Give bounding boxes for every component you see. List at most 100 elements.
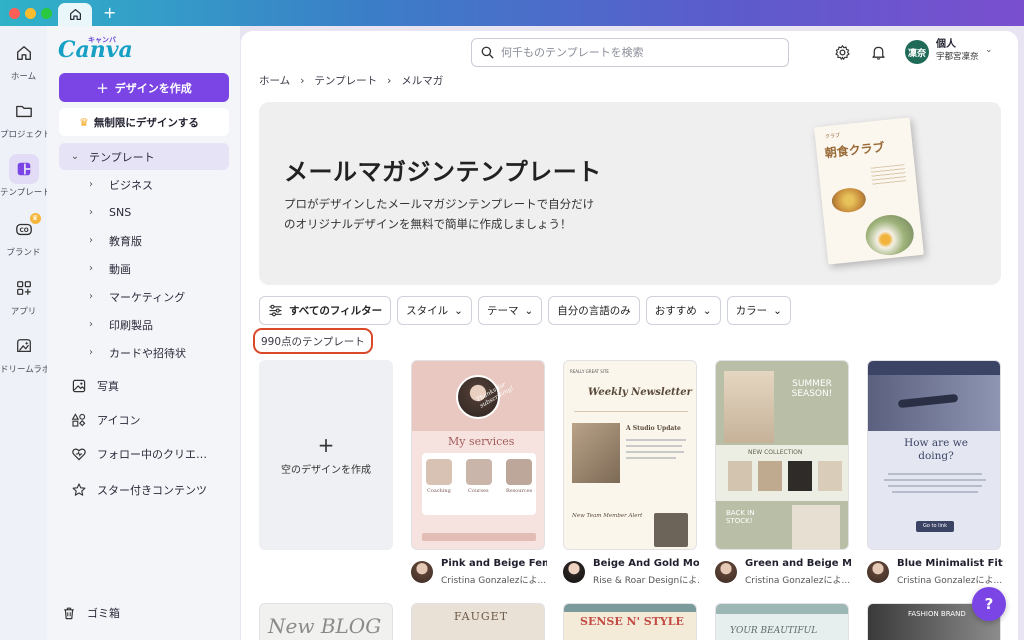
template-thumbnail[interactable]: Thanks for subscribing! My services Coac… [411, 360, 545, 550]
chevron-right-icon: › [89, 235, 93, 246]
template-thumbnail[interactable]: REALLY GREAT SITE Weekly Newsletter A St… [563, 360, 697, 550]
thumb-heading: New BLOG [268, 614, 382, 638]
app-rail: ホーム プロジェクト テンプレート CO ♛ ブランド アプリ ドリームラボ [0, 26, 47, 640]
rail-item-dream-lab[interactable]: ドリームラボ [0, 331, 47, 375]
nav-label: フォロー中のクリエイター [97, 447, 209, 461]
nav-following-creators[interactable]: フォロー中のクリエイター [59, 440, 229, 467]
nav-trash[interactable]: ゴミ箱 [59, 599, 229, 626]
template-title[interactable]: Blue Minimalist Fit... [897, 558, 1003, 569]
nav-sub-label: SNS [109, 206, 132, 219]
create-blank-design-card[interactable]: + 空のデザインを作成 [259, 360, 393, 550]
dream-lab-icon [16, 339, 31, 353]
my-language-toggle[interactable]: 自分の言語のみ [548, 296, 640, 325]
nav-icons[interactable]: アイコン [59, 406, 229, 433]
template-author[interactable]: Cristina Gonzalezによ... [745, 573, 851, 586]
template-title[interactable]: Beige And Gold Mo... [593, 558, 699, 569]
search-box[interactable] [471, 38, 789, 67]
template-card[interactable]: YOUR BEAUTIFUL [715, 603, 849, 640]
avatar[interactable]: 凜奈 [905, 40, 929, 64]
unlimited-design-button[interactable]: ♛ 無制限にデザインする [59, 108, 229, 136]
template-card[interactable]: REALLY GREAT SITE Weekly Newsletter A St… [563, 360, 699, 598]
template-author[interactable]: Rise & Roar Designによ... [593, 573, 699, 586]
template-card[interactable]: SENSE N' STYLE [563, 603, 697, 640]
all-filters-button[interactable]: すべてのフィルター [259, 296, 392, 325]
theme-filter-dropdown[interactable]: テーマ ⌄ [477, 296, 543, 325]
breadcrumb-templates[interactable]: テンプレート [314, 73, 377, 88]
template-author[interactable]: Cristina Gonzalezによ... [441, 573, 547, 586]
nav-sub-cards[interactable]: › カードや招待状 [59, 339, 229, 366]
template-card[interactable]: Thanks for subscribing! My services Coac… [411, 360, 547, 598]
trash-icon [64, 607, 74, 619]
result-count: 990点のテンプレート [253, 328, 373, 354]
template-title[interactable]: Green and Beige Mi... [745, 558, 851, 569]
rail-label: ドリームラボ [0, 365, 47, 375]
nav-sub-business[interactable]: › ビジネス [59, 171, 229, 198]
author-avatar[interactable] [715, 561, 737, 583]
rail-label: ホーム [10, 72, 37, 82]
create-blank-label: 空のデザインを作成 [281, 464, 371, 476]
chevron-down-icon: ⌄ [702, 304, 712, 317]
template-title[interactable]: Pink and Beige Fem... [441, 558, 547, 569]
author-avatar[interactable] [411, 561, 433, 583]
thumb-heading: SENSE N' STYLE [580, 615, 684, 628]
thumb-subtitle: NEW COLLECTION [748, 449, 803, 456]
hero-description: プロがデザインしたメールマガジンテンプレートで自分だけのオリジナルデザインを無料… [284, 197, 595, 231]
thumb-item: New Team Member Alert [572, 513, 643, 519]
notifications-button[interactable] [867, 41, 889, 63]
chevron-down-icon: ⌄ [773, 304, 782, 317]
chevron-right-icon: › [89, 179, 93, 190]
nav-templates[interactable]: ⌄ テンプレート [59, 143, 229, 170]
search-input[interactable] [501, 46, 761, 59]
thumb-item: Resources [506, 488, 533, 494]
settings-button[interactable] [831, 41, 853, 63]
brand-icon: CO [15, 223, 32, 236]
rail-label: プロジェクト [0, 130, 47, 140]
nav-sub-marketing[interactable]: › マーケティング [59, 283, 229, 310]
help-button[interactable]: ? [972, 587, 1006, 621]
tab-home[interactable] [58, 3, 92, 26]
sort-dropdown[interactable]: おすすめ ⌄ [645, 296, 721, 325]
close-window-button[interactable] [9, 8, 20, 19]
template-card[interactable]: How are we doing? Go to link Blue Minima… [867, 360, 1003, 598]
nav-sub-sns[interactable]: › SNS [59, 199, 229, 226]
style-filter-dropdown[interactable]: スタイル ⌄ [397, 296, 472, 325]
nav-sub-video[interactable]: › 動画 [59, 255, 229, 282]
thumb-item: Coaching [427, 488, 451, 494]
create-design-button[interactable]: + デザインを作成 [59, 73, 229, 102]
nav-photos[interactable]: 写真 [59, 372, 229, 399]
filter-label: おすすめ [654, 305, 697, 317]
chevron-right-icon: › [89, 263, 93, 274]
author-avatar[interactable] [563, 561, 585, 583]
hero-magazine-image: クラブ 朝食クラブ [814, 117, 924, 265]
nav-sub-label: 印刷製品 [109, 318, 153, 332]
rail-item-templates[interactable]: テンプレート [0, 154, 47, 198]
template-thumbnail[interactable]: SUMMER SEASON! NEW COLLECTION BACK IN ST… [715, 360, 849, 550]
nav-templates-label: テンプレート [89, 150, 155, 164]
minimize-window-button[interactable] [25, 8, 36, 19]
template-card[interactable]: FAUGET [411, 603, 545, 640]
rail-item-home[interactable]: ホーム [0, 38, 47, 82]
rail-item-projects[interactable]: プロジェクト [0, 96, 47, 140]
account-switcher[interactable]: 個人 宇都宮凜奈 [936, 39, 979, 63]
rail-item-brand[interactable]: CO ♛ ブランド [0, 213, 47, 258]
template-author[interactable]: Cristina Gonzalezによ... [897, 573, 1003, 586]
window-titlebar: + [0, 0, 1024, 26]
thumb-subtitle: A Studio Update [626, 425, 681, 432]
new-tab-button[interactable]: + [103, 4, 116, 22]
template-thumbnail[interactable]: How are we doing? Go to link [867, 360, 1001, 550]
maximize-window-button[interactable] [41, 8, 52, 19]
author-avatar[interactable] [867, 561, 889, 583]
breadcrumb-home[interactable]: ホーム [259, 73, 290, 88]
nav-starred[interactable]: スター付きコンテンツ [59, 476, 229, 503]
thumb-item: BACK IN STOCK! [726, 509, 755, 525]
nav-sub-print[interactable]: › 印刷製品 [59, 311, 229, 338]
template-card[interactable]: SUMMER SEASON! NEW COLLECTION BACK IN ST… [715, 360, 851, 598]
nav-sub-education[interactable]: › 教育版 [59, 227, 229, 254]
rail-item-apps[interactable]: アプリ [0, 273, 47, 317]
breadcrumb: ホーム › テンプレート › メルマガ [259, 73, 443, 88]
template-card[interactable]: New BLOG [259, 603, 393, 640]
create-design-label: デザインを作成 [114, 81, 192, 95]
chevron-down-icon[interactable]: ⌄ [985, 45, 993, 55]
color-filter-dropdown[interactable]: カラー ⌄ [726, 296, 791, 325]
chevron-right-icon: › [300, 74, 305, 87]
